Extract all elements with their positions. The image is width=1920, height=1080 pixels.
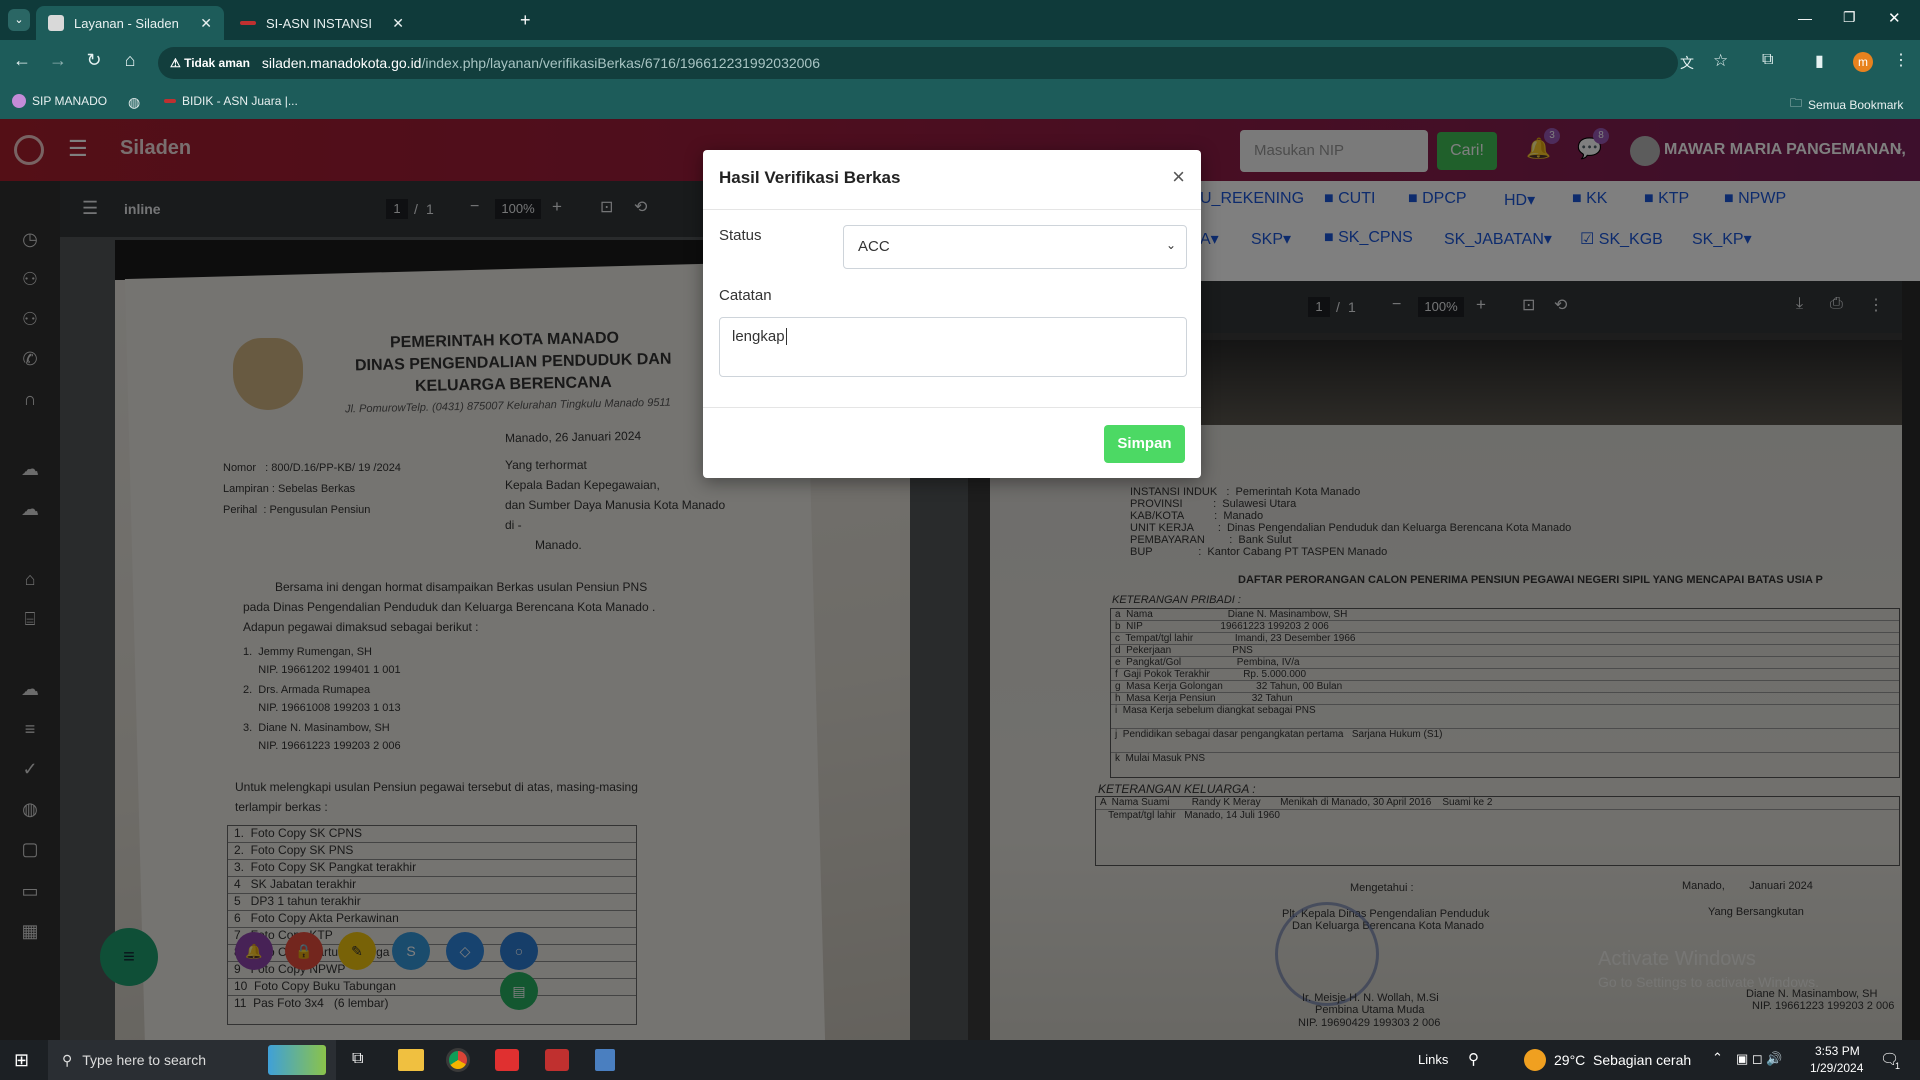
restore-icon[interactable]: ❐ <box>1843 9 1856 26</box>
action-center-badge: 1 <box>1895 1061 1901 1071</box>
bidik-favicon-icon <box>164 99 176 103</box>
people-icon[interactable]: ⚲ <box>1468 1050 1479 1068</box>
tray-icons[interactable]: ▣ ◻ 🔊 <box>1736 1051 1782 1067</box>
url-host: siladen.manadokota.go.id <box>261 55 422 71</box>
bookmark-star-icon[interactable]: ☆ <box>1713 51 1728 71</box>
bookmarks-bar: SIP MANADO ◍ BIDIK - ASN Juara |... 🗀 Se… <box>0 85 1920 119</box>
note-textarea[interactable]: lengkap <box>719 317 1187 377</box>
tab-label: SI-ASN INSTANSI <box>266 15 372 31</box>
bookmark-globe[interactable]: ◍ <box>128 94 140 111</box>
minimize-icon[interactable]: — <box>1798 10 1812 26</box>
pdf-app-icon[interactable] <box>545 1049 569 1071</box>
status-select[interactable]: ACC ⌄ <box>843 225 1187 269</box>
verification-modal: Hasil Verifikasi Berkas × Status ACC ⌄ C… <box>703 150 1201 478</box>
globe-icon: ◍ <box>128 94 141 110</box>
clock-date[interactable]: 1/29/2024 <box>1810 1061 1863 1075</box>
url-bar[interactable]: ⚠ Tidak aman siladen.manadokota.go.id/in… <box>158 47 1678 79</box>
calculator-icon[interactable] <box>595 1049 615 1071</box>
status-label: Status <box>719 227 762 244</box>
extensions-icon[interactable]: ⧉ <box>1762 51 1773 69</box>
save-button[interactable]: Simpan <box>1104 425 1185 463</box>
search-highlight-icon <box>268 1045 326 1075</box>
status-value: ACC <box>858 238 890 255</box>
weather-text[interactable]: 29°C Sebagian cerah <box>1554 1052 1691 1068</box>
file-explorer-icon[interactable] <box>398 1049 424 1071</box>
siladen-favicon-icon <box>48 15 64 31</box>
tab-label: Layanan - Siladen <box>74 15 179 31</box>
chrome-icon[interactable] <box>446 1048 470 1072</box>
translate-icon[interactable]: 文 <box>1680 53 1694 73</box>
modal-header: Hasil Verifikasi Berkas × <box>703 150 1201 210</box>
note-label: Catatan <box>719 287 772 304</box>
text-cursor <box>785 328 787 345</box>
folder-icon: 🗀 <box>1790 96 1803 110</box>
reload-icon[interactable]: ↻ <box>80 50 108 71</box>
red-app-icon[interactable] <box>495 1049 519 1071</box>
close-tab-icon[interactable]: ✕ <box>200 15 212 32</box>
tab-layanan-siladen[interactable]: Layanan - Siladen ✕ <box>36 6 224 40</box>
clock-time[interactable]: 3:53 PM <box>1815 1044 1860 1058</box>
sip-favicon-icon <box>12 94 26 108</box>
search-placeholder: Type here to search <box>82 1052 207 1068</box>
si-asn-favicon-icon <box>240 21 256 25</box>
links-label[interactable]: Links <box>1418 1052 1448 1067</box>
url-path: /index.php/layanan/verifikasiBerkas/6716… <box>421 55 820 71</box>
not-secure-badge[interactable]: ⚠ Tidak aman <box>170 56 250 70</box>
browser-tab-bar: ⌄ Layanan - Siladen ✕ SI-ASN INSTANSI ✕ … <box>0 0 1920 40</box>
home-icon[interactable]: ⌂ <box>116 50 144 71</box>
task-view-icon[interactable]: ⧉ <box>352 1050 363 1068</box>
bookmark-sip-manado[interactable]: SIP MANADO <box>12 94 107 108</box>
forward-icon[interactable]: → <box>44 50 72 71</box>
tab-search-icon[interactable]: ⌄ <box>8 9 30 31</box>
tab-si-asn[interactable]: SI-ASN INSTANSI ✕ <box>228 6 416 40</box>
close-tab-icon[interactable]: ✕ <box>392 15 404 32</box>
modal-title: Hasil Verifikasi Berkas <box>719 168 901 187</box>
weather-icon <box>1524 1049 1546 1071</box>
new-tab-icon[interactable]: + <box>520 10 531 31</box>
taskbar-search[interactable]: ⚲ Type here to search <box>48 1040 336 1080</box>
modal-divider <box>703 407 1201 408</box>
menu-kebab-icon[interactable]: ⋮ <box>1893 50 1909 70</box>
sidepanel-icon[interactable]: ▮ <box>1815 51 1824 71</box>
close-icon[interactable]: × <box>1172 164 1185 190</box>
note-value: lengkap <box>732 328 785 345</box>
back-icon[interactable]: ← <box>8 50 36 71</box>
search-icon: ⚲ <box>62 1051 73 1068</box>
bookmark-bidik[interactable]: BIDIK - ASN Juara |... <box>164 94 298 108</box>
chevron-down-icon: ⌄ <box>1165 238 1176 252</box>
profile-avatar[interactable]: m <box>1853 52 1873 72</box>
close-window-icon[interactable]: ✕ <box>1888 9 1901 27</box>
windows-start-icon[interactable]: ⊞ <box>14 1050 29 1071</box>
all-bookmarks[interactable]: 🗀 Semua Bookmark <box>1790 94 1903 115</box>
tray-chevron-icon[interactable]: ⌃ <box>1712 1050 1723 1066</box>
